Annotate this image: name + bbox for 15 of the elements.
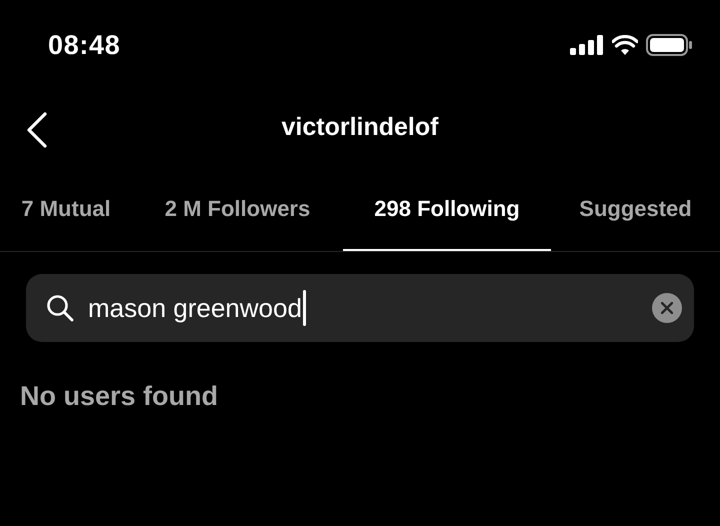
empty-message: No users found — [20, 381, 218, 411]
clear-button[interactable] — [652, 293, 682, 323]
tab[interactable]: Suggested — [551, 168, 720, 251]
profile-username: victorlindelof — [282, 112, 438, 144]
battery-icon — [646, 34, 692, 56]
tab[interactable]: 7 Mutual — [0, 168, 132, 251]
close-icon — [661, 302, 673, 314]
status-time: 08:48 — [48, 28, 120, 62]
tab[interactable]: 298 Following — [343, 168, 551, 251]
tab[interactable]: 2 M Followers — [132, 168, 343, 251]
search-icon — [46, 294, 74, 322]
back-chevron-icon — [26, 112, 48, 148]
wifi-icon — [612, 35, 638, 55]
signal-icon — [570, 35, 604, 55]
search-field[interactable]: mason greenwood — [26, 274, 694, 342]
